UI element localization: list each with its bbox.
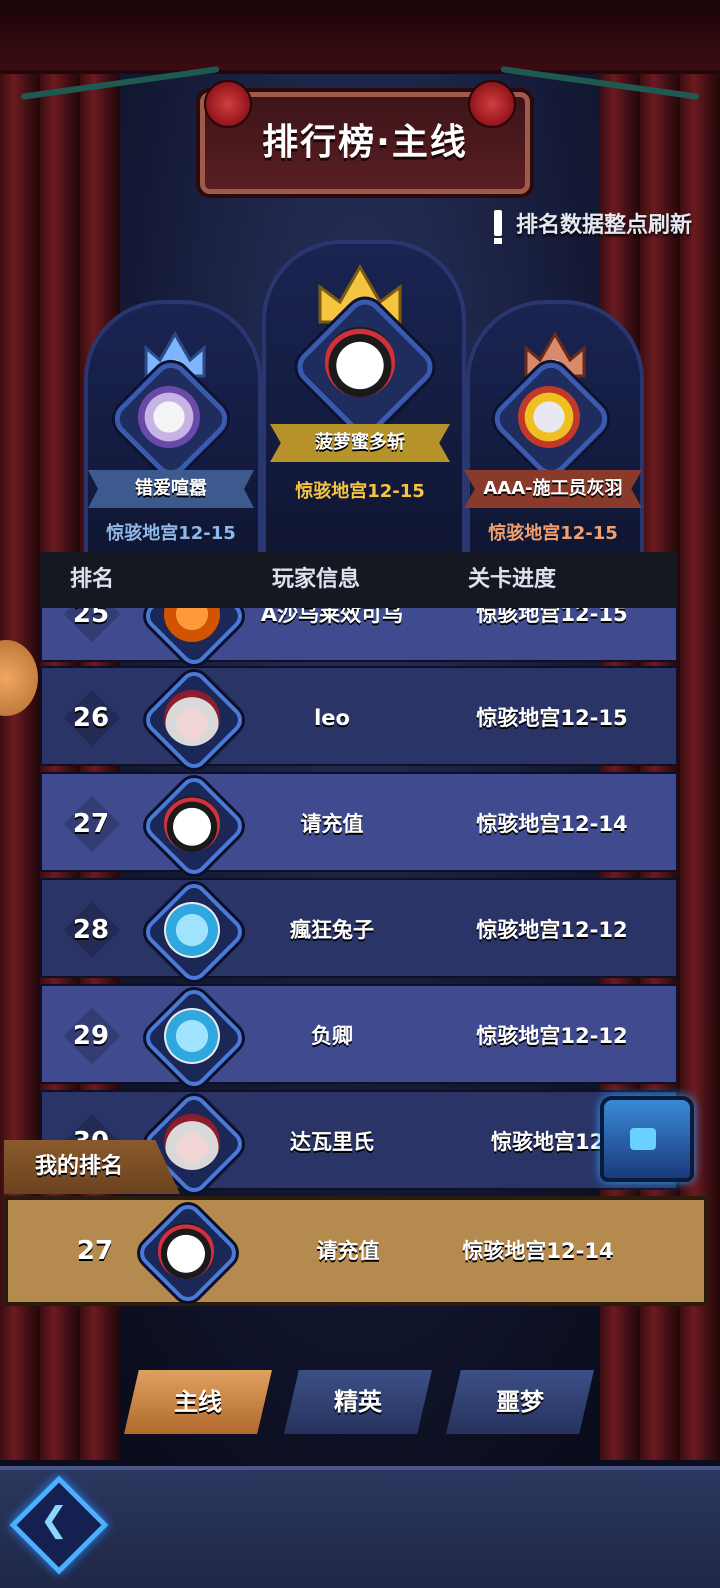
my-rank-number: 27 [76,1236,114,1266]
header-player: 玩家信息 [272,567,361,592]
row-avatar[interactable] [140,878,248,986]
row-player-name: 请充值 [300,812,364,836]
row-progress: 惊骇地宫12-12 [476,1024,628,1048]
row-rank: 26 [72,703,110,733]
row-rank: 27 [72,809,110,839]
row-rank: 25 [72,608,110,629]
table-row[interactable]: 28 瘋狂兔子 惊骇地宫12-12 [40,878,678,986]
podium-avatar-3[interactable] [487,355,615,483]
bunny-avatar-icon [164,902,220,958]
row-avatar[interactable] [140,666,248,774]
row-avatar[interactable] [140,772,248,880]
lady-avatar-icon [164,690,220,746]
chest-lock-icon [630,1128,656,1150]
podium-avatar-2[interactable] [107,355,235,483]
table-row[interactable]: 29 负卿 惊骇地宫12-12 [40,984,678,1092]
knight-avatar-icon [518,386,580,448]
podium-name-1: 菠萝蜜多斩 [270,424,450,462]
rose-icon [204,80,252,128]
exclamation-icon [494,210,502,244]
header-rank: 排名 [70,567,115,592]
row-player-name: A沙乌莱效可乌 [260,608,404,626]
podium-avatar-1[interactable] [290,292,440,442]
panda-avatar-icon [164,796,220,852]
back-button[interactable]: ❮ [9,1475,109,1575]
my-avatar[interactable] [134,1199,242,1307]
back-arrow-icon: ❮ [39,1500,69,1540]
header-progress: 关卡进度 [468,567,557,592]
podium-name-3: AAA-施工员灰羽 [464,470,642,508]
table-row[interactable]: 27 请充值 惊骇地宫12-14 [40,772,678,880]
my-rank-label: 我的排名 [34,1154,123,1179]
table-row[interactable]: 26 leo 惊骇地宫12-15 [40,666,678,774]
row-player-name: 达瓦里氏 [290,1130,374,1154]
row-player-name: 负卿 [311,1024,353,1048]
row-avatar[interactable] [140,984,248,1092]
row-progress: 惊骇地宫12-14 [476,812,628,836]
refresh-note: 排名数据整点刷新 [494,206,693,244]
row-progress: 惊骇地宫12-15 [476,608,628,626]
panda-avatar-icon [158,1223,214,1279]
top-valance [0,0,720,74]
podium-progress-3: 惊骇地宫12-15 [488,523,618,544]
row-avatar[interactable] [140,608,248,670]
tab-main[interactable]: 主线 [124,1370,272,1434]
panda-avatar-icon [325,327,395,397]
my-rank-row[interactable]: 27 请充值 惊骇地宫12-14 [4,1196,708,1307]
podium-progress-1: 惊骇地宫12-15 [295,481,425,502]
row-player-name: 瘋狂兔子 [290,918,374,942]
list-header: 排名 玩家信息 关卡进度 [40,552,678,608]
podium-progress-2: 惊骇地宫12-15 [106,523,236,544]
table-row[interactable]: 25 A沙乌莱效可乌 惊骇地宫12-15 [40,608,678,670]
podium-name-2: 错爱喧嚣 [88,470,254,508]
rose-icon [468,80,516,128]
row-rank: 28 [72,915,110,945]
ranking-list[interactable]: 25 A沙乌莱效可乌 惊骇地宫12-15 26 leo 惊骇地宫12-15 27… [40,608,678,1194]
row-rank: 29 [72,1021,110,1051]
my-player-name: 请充值 [316,1239,380,1263]
refresh-note-text: 排名数据整点刷新 [516,213,693,238]
row-progress: 惊骇地宫12-12 [476,918,628,942]
mummy-avatar-icon [138,386,200,448]
tab-elite[interactable]: 精英 [284,1370,432,1434]
tab-nightmare[interactable]: 噩梦 [446,1370,594,1434]
bottom-bar [0,1466,720,1588]
row-progress: 惊骇地宫12-15 [476,706,628,730]
lady-avatar-icon [164,1114,220,1170]
row-player-name: leo [314,706,350,730]
my-progress: 惊骇地宫12-14 [462,1239,614,1263]
bunny-avatar-icon [164,1008,220,1064]
